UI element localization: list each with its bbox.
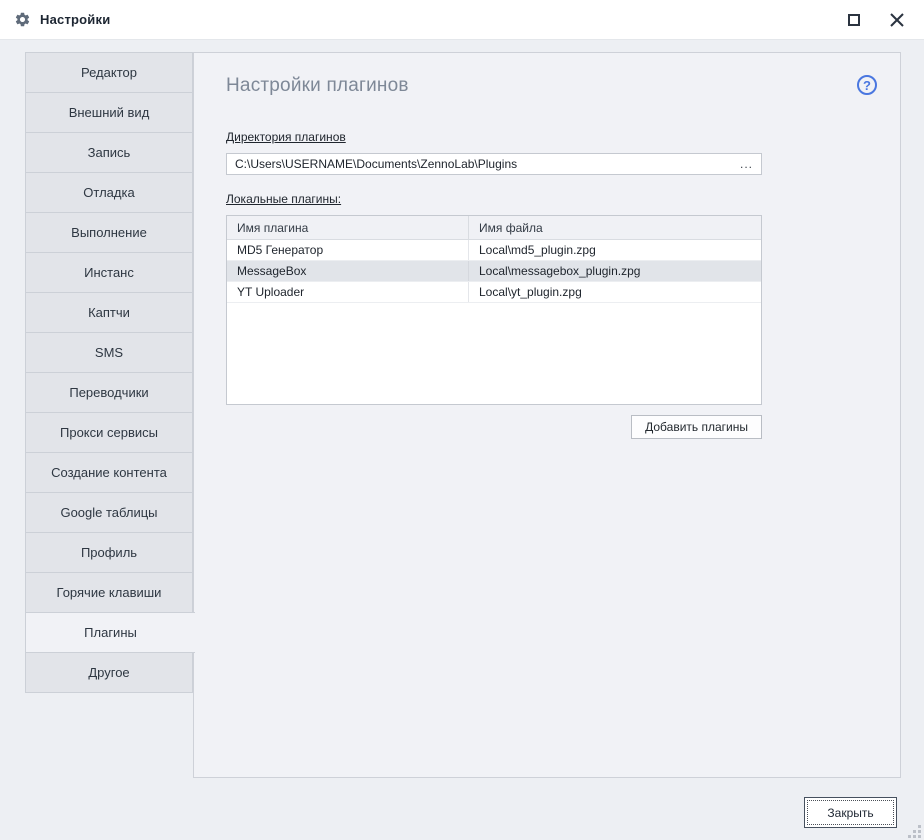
close-button[interactable]: Закрыть	[804, 797, 897, 828]
sidebar-item-appearance[interactable]: Внешний вид	[25, 92, 193, 133]
sidebar-item-plugins[interactable]: Плагины	[25, 612, 195, 653]
local-plugins-label: Локальные плагины:	[226, 192, 341, 206]
table-row[interactable]: MD5 Генератор Local\md5_plugin.zpg	[227, 240, 761, 261]
plugin-name-cell: MessageBox	[227, 261, 469, 281]
table-row[interactable]: MessageBox Local\messagebox_plugin.zpg	[227, 261, 761, 282]
table-header: Имя плагина Имя файла	[227, 216, 761, 240]
plugin-name-cell: YT Uploader	[227, 282, 469, 302]
sidebar-item-sms[interactable]: SMS	[25, 332, 193, 373]
window-title: Настройки	[40, 12, 110, 27]
browse-button[interactable]: ...	[732, 157, 753, 171]
close-icon[interactable]	[890, 13, 904, 27]
sidebar-item-hotkeys[interactable]: Горячие клавиши	[25, 572, 193, 613]
column-header-file-name[interactable]: Имя файла	[469, 216, 761, 239]
column-header-plugin-name[interactable]: Имя плагина	[227, 216, 469, 239]
sidebar-item-execution[interactable]: Выполнение	[25, 212, 193, 253]
table-row[interactable]: YT Uploader Local\yt_plugin.zpg	[227, 282, 761, 303]
plugin-name-cell: MD5 Генератор	[227, 240, 469, 260]
sidebar-item-captcha[interactable]: Каптчи	[25, 292, 193, 333]
plugins-directory-value: C:\Users\USERNAME\Documents\ZennoLab\Plu…	[235, 157, 732, 171]
sidebar-item-profile[interactable]: Профиль	[25, 532, 193, 573]
resize-grip-icon[interactable]	[907, 824, 921, 838]
plugin-file-cell: Local\yt_plugin.zpg	[469, 282, 761, 302]
sidebar-item-other[interactable]: Другое	[25, 652, 193, 693]
gear-icon	[14, 11, 31, 28]
plugins-settings-panel: Настройки плагинов ? Директория плагинов…	[193, 52, 901, 778]
sidebar-item-debugging[interactable]: Отладка	[25, 172, 193, 213]
settings-tab-list: Редактор Внешний вид Запись Отладка Выпо…	[25, 52, 193, 693]
sidebar-item-proxy-services[interactable]: Прокси сервисы	[25, 412, 193, 453]
window-body: Редактор Внешний вид Запись Отладка Выпо…	[0, 40, 924, 840]
sidebar-item-editor[interactable]: Редактор	[25, 52, 193, 93]
directory-label: Директория плагинов	[226, 130, 346, 144]
title-bar: Настройки	[0, 0, 924, 40]
sidebar-item-translators[interactable]: Переводчики	[25, 372, 193, 413]
sidebar-item-google-sheets[interactable]: Google таблицы	[25, 492, 193, 533]
maximize-icon[interactable]	[848, 14, 860, 26]
plugin-file-cell: Local\md5_plugin.zpg	[469, 240, 761, 260]
local-plugins-table: Имя плагина Имя файла MD5 Генератор Loca…	[226, 215, 762, 405]
add-plugins-button[interactable]: Добавить плагины	[631, 415, 762, 439]
help-icon[interactable]: ?	[857, 75, 877, 95]
plugin-file-cell: Local\messagebox_plugin.zpg	[469, 261, 761, 281]
page-title: Настройки плагинов	[226, 75, 900, 97]
sidebar-item-instance[interactable]: Инстанс	[25, 252, 193, 293]
plugins-directory-input[interactable]: C:\Users\USERNAME\Documents\ZennoLab\Plu…	[226, 153, 762, 175]
sidebar-item-recording[interactable]: Запись	[25, 132, 193, 173]
sidebar-item-content-creation[interactable]: Создание контента	[25, 452, 193, 493]
